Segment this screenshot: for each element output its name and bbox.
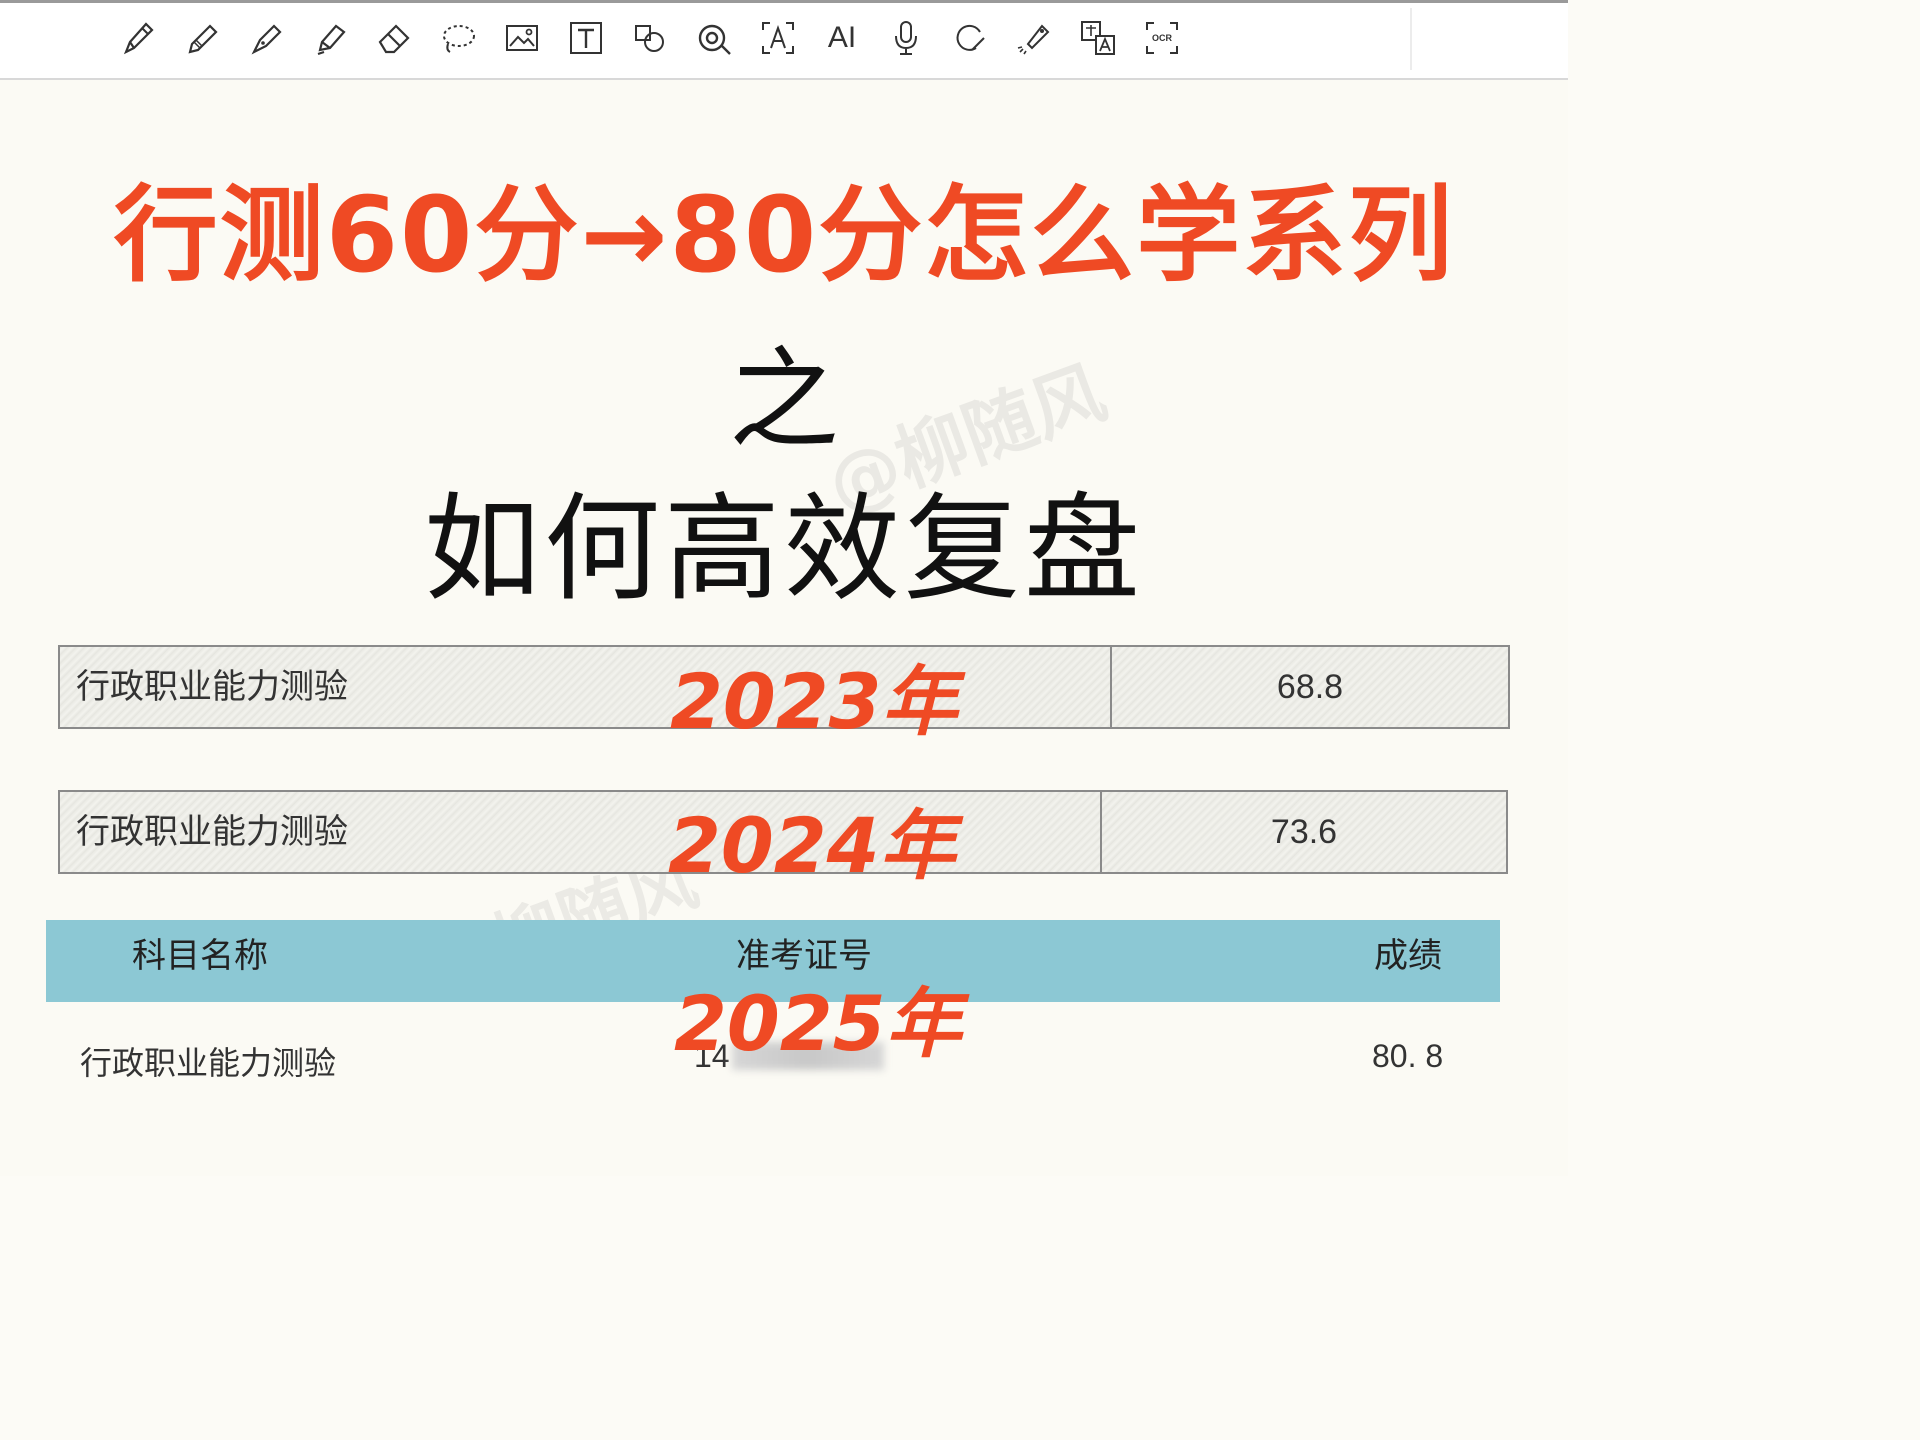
score-value: 68.8 — [1276, 668, 1344, 706]
ai-tool-button[interactable]: AI — [818, 14, 866, 62]
toolbar-separator — [1410, 8, 1412, 70]
image-tool-button[interactable] — [498, 14, 546, 62]
microphone-icon — [895, 21, 917, 55]
sticker-tool-button[interactable] — [690, 14, 738, 62]
eraser-icon — [378, 24, 410, 54]
fountain-pen-tool-button[interactable] — [242, 14, 290, 62]
subject-name: 行政职业能力测验 — [76, 667, 348, 707]
text-recognition-tool-button[interactable] — [754, 14, 802, 62]
shapes-tool-button[interactable] — [626, 14, 674, 62]
year-label-2023: 2023年 — [670, 657, 958, 746]
year-label-2024: 2024年 — [668, 801, 956, 890]
header-score: 成绩 — [1374, 936, 1442, 976]
toolbar-top-border — [0, 0, 1568, 3]
annotation-toolbar: AI OCR — [0, 0, 1568, 80]
ocr-tool-button[interactable]: OCR — [1138, 14, 1186, 62]
row-subject: 行政职业能力测验 — [80, 1044, 337, 1082]
title-connector: 之 — [729, 336, 839, 464]
image-icon — [506, 25, 538, 51]
ai-icon: AI — [827, 21, 857, 54]
highlighter-tool-button[interactable] — [306, 14, 354, 62]
shapes-icon — [635, 25, 664, 52]
pen-icon — [123, 22, 154, 55]
ocr-icon: OCR — [1146, 22, 1178, 54]
row-score: 80. 8 — [1372, 1038, 1444, 1074]
pencil-tool-button[interactable] — [178, 14, 226, 62]
year-label-2025: 2025年 — [674, 979, 962, 1068]
text-recognition-icon — [762, 22, 794, 54]
text-box-icon — [570, 22, 602, 54]
laser-pointer-icon — [1017, 24, 1050, 55]
subject-name: 行政职业能力测验 — [76, 812, 348, 852]
sticker-icon — [698, 24, 731, 55]
shape-draw-tool-button[interactable] — [946, 14, 994, 62]
lasso-icon — [443, 25, 475, 53]
fountain-pen-icon — [251, 24, 282, 55]
highlighter-icon — [317, 24, 346, 56]
translate-tool-button[interactable] — [1074, 14, 1122, 62]
series-title: 行测60分→80分怎么学系列 — [113, 174, 1455, 296]
eraser-tool-button[interactable] — [370, 14, 418, 62]
shape-draw-icon — [956, 24, 985, 51]
pen-tool-button[interactable] — [114, 14, 162, 62]
translate-icon — [1081, 21, 1115, 55]
svg-text:OCR: OCR — [1152, 33, 1173, 43]
laser-pointer-tool-button[interactable] — [1010, 14, 1058, 62]
text-box-tool-button[interactable] — [562, 14, 610, 62]
lasso-tool-button[interactable] — [434, 14, 482, 62]
score-value: 73.6 — [1270, 813, 1338, 851]
voice-tool-button[interactable] — [882, 14, 930, 62]
topic-title: 如何高效复盘 — [424, 482, 1144, 617]
header-subject: 科目名称 — [132, 936, 268, 976]
pencil-icon — [188, 24, 218, 54]
